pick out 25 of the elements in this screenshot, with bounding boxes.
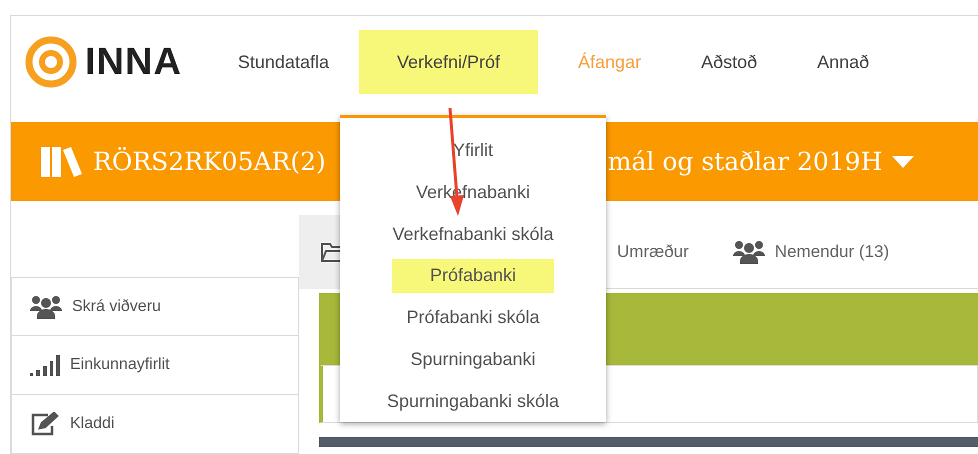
menu-item[interactable]: Spurningabanki (372, 338, 574, 380)
logo-text: INNA (85, 40, 182, 84)
course-title: RÖRS2RK05AR(2) (93, 147, 326, 176)
sidebar-label: Kladdi (70, 415, 114, 433)
nav-item[interactable]: Verkefni/Próf (358, 30, 538, 94)
menu-item[interactable]: Spurningabanki skóla (348, 380, 598, 422)
signal-bars-icon (30, 354, 60, 376)
edit-icon (30, 412, 60, 436)
sidebar-label: Skrá viðveru (72, 298, 161, 316)
books-icon (41, 146, 83, 177)
sidebar-label: Einkunnayfirlit (70, 356, 170, 374)
nav-item[interactable]: Stundatafla (208, 30, 359, 94)
sidebar-item[interactable]: Skrá viðveru (11, 277, 299, 336)
menu-item[interactable]: Prófabanki skóla (368, 296, 578, 339)
nav-item[interactable]: Annað (787, 30, 900, 94)
menu-item[interactable]: Prófabanki (392, 259, 554, 293)
tab[interactable]: Nemendur (13) (710, 214, 912, 288)
sidebar-item[interactable]: Kladdi (11, 395, 299, 454)
nav-item[interactable]: Aðstoð (671, 30, 788, 94)
users-icon (30, 294, 62, 318)
sidebar-item[interactable]: Einkunnayfirlit (11, 336, 299, 395)
menu-item[interactable]: Verkefnabanki skóla (354, 213, 592, 256)
users-icon (732, 240, 765, 264)
course-title: mál og staðlar 2019H (608, 147, 882, 176)
logo-icon (25, 36, 77, 88)
